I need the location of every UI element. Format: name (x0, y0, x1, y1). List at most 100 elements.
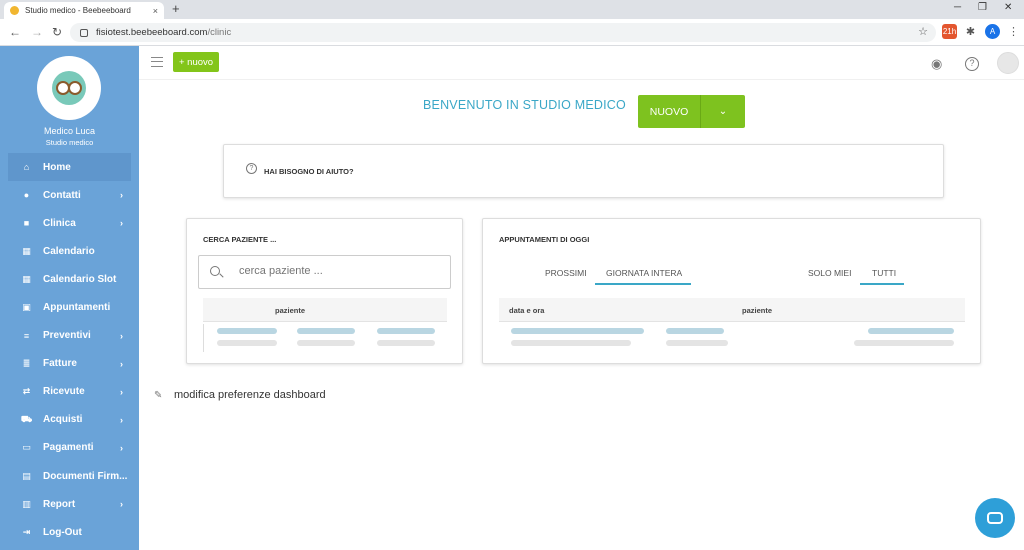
tab-next[interactable]: PROSSIMI (545, 268, 587, 278)
sidebar-item-label: Log-Out (43, 526, 82, 538)
new-small-button[interactable]: + nuovo (173, 52, 220, 72)
profile-avatar[interactable]: A (985, 24, 1000, 39)
sidebar-item-calendario[interactable]: ▦ Calendario (8, 237, 131, 265)
sidebar-item-label: Report (43, 498, 76, 510)
sidebar-item-log-out[interactable]: ⇥ Log-Out (8, 518, 131, 546)
eye-icon[interactable]: ◉ (931, 56, 942, 72)
sidebar-item-documenti-firm[interactable]: ▤ Documenti Firm... (8, 462, 131, 490)
tab-all[interactable]: TUTTI (872, 268, 896, 278)
appointments-card-title: APPUNTAMENTI DI OGGI (499, 235, 590, 244)
sidebar-item-label: Pagamenti (43, 442, 94, 454)
column-patient: paziente (275, 306, 306, 315)
sidebar-item-contatti[interactable]: ● Contatti › (8, 181, 131, 209)
sidebar-item-label: Ricevute (43, 386, 85, 398)
chevron-right-icon: › (120, 414, 123, 425)
tab-full-day-indicator (595, 283, 691, 285)
sidebar-item-label: Clinica (43, 217, 76, 229)
chevron-right-icon: › (120, 190, 123, 201)
favicon-icon (10, 6, 19, 15)
dashboard-preferences-link[interactable]: ✎ modifica preferenze dashboard (154, 389, 326, 401)
sidebar-item-report[interactable]: ▥ Report › (8, 490, 131, 518)
browser-menu-icon[interactable]: ⋮ (1006, 24, 1021, 39)
logout-icon: ⇥ (22, 526, 31, 537)
tab-mine[interactable]: SOLO MIEI (808, 268, 851, 278)
extensions-icon[interactable]: ✱ (963, 24, 978, 39)
sidebar-item-appuntamenti[interactable]: ▣ Appuntamenti (8, 293, 131, 321)
address-bar[interactable]: fisiotest.beebeeboard.com /clinic ☆ (70, 23, 936, 42)
sidebar-item-label: Appuntamenti (43, 302, 111, 314)
chevron-right-icon: › (120, 330, 123, 341)
sidebar-item-fatture[interactable]: ≣ Fatture › (8, 350, 131, 378)
tab-close-icon[interactable]: × (153, 6, 158, 16)
sidebar-item-label: Contatti (43, 189, 81, 201)
quote-icon: ≡ (23, 330, 30, 341)
browser-tab[interactable]: Studio medico - Beebeeboard × (4, 2, 164, 19)
new-split-button[interactable]: NUOVO ⌄ (638, 95, 745, 128)
sidebar-item-preventivi[interactable]: ≡ Preventivi › (8, 322, 131, 350)
sidebar-item-label: Acquisti (43, 414, 83, 426)
help-icon[interactable]: ? (965, 57, 979, 71)
sidebar-item-pagamenti[interactable]: ▭ Pagamenti › (8, 434, 131, 462)
chevron-right-icon: › (120, 499, 123, 510)
search-patient-card: CERCA PAZIENTE ... paziente (186, 218, 463, 364)
reload-icon[interactable]: ↻ (52, 25, 62, 39)
table-row[interactable] (499, 324, 965, 352)
sidebar-item-clinica[interactable]: ■ Clinica › (8, 209, 131, 237)
calendar-icon: ▦ (22, 273, 31, 284)
calendar-extension-icon[interactable]: 21h (942, 24, 957, 39)
table-row[interactable] (203, 324, 447, 352)
back-icon[interactable]: ← (9, 25, 21, 39)
sidebar-item-label: Calendario Slot (43, 273, 117, 285)
report-icon: ▥ (22, 498, 31, 509)
chevron-down-icon[interactable]: ⌄ (700, 95, 745, 128)
tab-full-day[interactable]: GIORNATA INTERA (606, 268, 682, 278)
person-icon: ● (23, 190, 30, 201)
sidebar-item-home[interactable]: ⌂ Home (8, 153, 131, 182)
browser-tabbar: Studio medico - Beebeeboard × + ─ ❐ ✕ (0, 0, 1024, 19)
chevron-right-icon: › (120, 386, 123, 397)
url-host: fisiotest.beebeeboard.com (96, 27, 208, 38)
chat-button[interactable] (975, 498, 1015, 538)
pencil-icon: ✎ (154, 390, 163, 401)
app-topbar: + nuovo ◉ ? (139, 46, 1024, 80)
sidebar-item-ricevute[interactable]: ⇄ Ricevute › (8, 378, 131, 406)
chevron-right-icon: › (120, 442, 123, 453)
new-tab-button[interactable]: + (172, 1, 180, 16)
appointments-card: APPUNTAMENTI DI OGGI PROSSIMI GIORNATA I… (482, 218, 981, 364)
forward-icon[interactable]: → (31, 25, 43, 39)
bookmark-star-icon[interactable]: ☆ (918, 25, 928, 38)
sidebar-item-acquisti[interactable]: ⛟ Acquisti › (8, 406, 131, 434)
credit-card-icon: ▭ (22, 442, 31, 453)
sidebar-menu: ⌂ Home ● Contatti › ■ Clinica › ▦ Calendario ▦ Cale… (8, 153, 131, 546)
lock-icon (80, 28, 88, 37)
patient-table-header: paziente (203, 298, 447, 322)
new-button[interactable]: NUOVO (638, 95, 700, 128)
minimize-icon[interactable]: ─ (954, 2, 961, 13)
sidebar-item-label: Home (43, 161, 71, 173)
dashboard-preferences-label: modifica preferenze dashboard (174, 389, 326, 401)
calendar-icon: ▦ (22, 245, 31, 256)
sidebar-item-label: Documenti Firm... (43, 470, 128, 482)
patient-search-input[interactable] (239, 265, 439, 277)
sidebar-item-label: Calendario (43, 245, 95, 257)
chevron-right-icon: › (120, 358, 123, 369)
invoice-icon: ≣ (22, 358, 31, 369)
column-patient: paziente (742, 306, 773, 315)
user-clinic: Studio medico (45, 138, 94, 147)
search-icon (210, 266, 220, 276)
sidebar-item-label: Preventivi (43, 330, 91, 342)
chat-icon (987, 512, 1003, 524)
medical-bag-icon: ■ (23, 218, 30, 229)
document-icon: ▤ (22, 470, 31, 481)
sidebar-item-calendario-slot[interactable]: ▦ Calendario Slot (8, 265, 131, 293)
close-window-icon[interactable]: ✕ (1004, 2, 1012, 13)
welcome-title: BENVENUTO IN STUDIO MEDICO (423, 98, 626, 112)
cart-icon: ⛟ (20, 413, 33, 424)
patient-search-box[interactable] (198, 255, 451, 289)
user-avatar[interactable] (997, 52, 1019, 74)
help-card[interactable]: ? HAI BISOGNO DI AIUTO? (223, 144, 944, 198)
restore-icon[interactable]: ❐ (978, 2, 987, 13)
question-icon: ? (246, 163, 257, 174)
bee-logo-icon (52, 71, 86, 105)
menu-toggle-icon[interactable] (151, 57, 163, 67)
